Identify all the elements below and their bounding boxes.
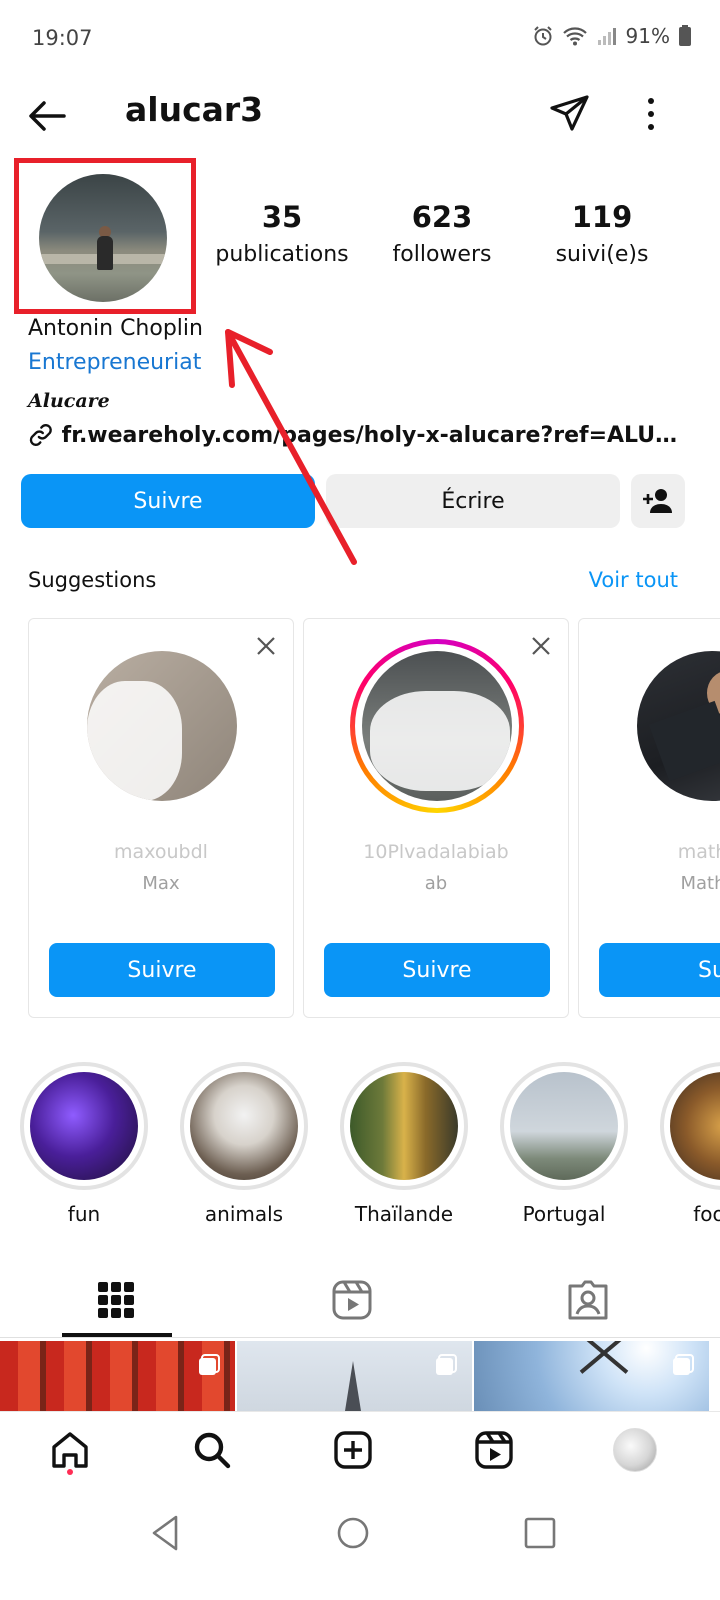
back-arrow-icon[interactable]	[26, 94, 70, 138]
highlight-cover	[30, 1072, 138, 1180]
status-time: 19:07	[32, 26, 93, 50]
stat-followers-label: followers	[392, 242, 492, 267]
notification-dot	[67, 1469, 73, 1475]
status-icons: 91%	[532, 24, 692, 48]
suggestion-avatar	[362, 651, 512, 801]
highlight-item[interactable]: food c	[654, 1062, 720, 1226]
add-person-icon	[643, 489, 672, 513]
stat-following-count: 119	[571, 200, 633, 234]
stat-publications-count: 35	[261, 200, 303, 234]
story-highlights[interactable]: fun animals Thaïlande Portugal food c	[0, 1062, 720, 1232]
bottom-navigation	[0, 1411, 720, 1487]
highlight-label: Thaïlande	[354, 1202, 454, 1226]
post-thumbnail[interactable]	[237, 1341, 472, 1411]
suggestion-name: ab	[424, 873, 448, 894]
profile-header: alucar3	[0, 80, 720, 150]
message-button[interactable]: Écrire	[326, 474, 620, 528]
stat-followers[interactable]: 623 followers	[380, 200, 504, 267]
suggestion-follow-button[interactable]: Suivre	[49, 943, 275, 997]
suggestion-card: maxoubdl Max Suivre	[28, 618, 294, 1018]
home-icon	[52, 1432, 88, 1468]
highlight-label: animals	[204, 1202, 284, 1226]
multiple-posts-icon	[436, 1354, 457, 1375]
stat-followers-count: 623	[411, 200, 473, 234]
highlight-cover	[670, 1072, 720, 1180]
suggestion-avatar[interactable]	[87, 651, 237, 801]
reels-tab-icon[interactable]	[328, 1276, 376, 1324]
see-all-link[interactable]: Voir tout	[589, 568, 678, 592]
follow-button[interactable]: Suivre	[21, 474, 315, 528]
suggestions-carousel[interactable]: maxoubdl Max Suivre 10Plvadalabiab ab Su…	[28, 618, 720, 1018]
suggestion-name: Mathia	[680, 873, 720, 894]
highlight-cover	[190, 1072, 298, 1180]
story-ring[interactable]	[350, 639, 524, 813]
suggestion-follow-button[interactable]: Su	[599, 943, 720, 997]
post-thumbnail[interactable]	[0, 1341, 235, 1411]
reels-icon	[475, 1431, 513, 1469]
system-back-icon[interactable]	[142, 1509, 190, 1557]
highlight-item[interactable]: fun	[14, 1062, 154, 1226]
close-icon[interactable]	[528, 633, 554, 659]
system-home-icon[interactable]	[329, 1509, 377, 1557]
multiple-posts-icon	[199, 1354, 220, 1375]
send-icon[interactable]	[548, 92, 592, 136]
profile-link-text: fr.weareholy.com/pages/holy-x-alucare?re…	[61, 422, 688, 448]
own-profile-button[interactable]	[611, 1426, 659, 1474]
suggestion-name: Max	[142, 873, 180, 894]
highlight-cover	[510, 1072, 618, 1180]
suggestion-username[interactable]: mathia	[579, 841, 720, 863]
suggestions-title: Suggestions	[28, 568, 157, 592]
stat-following-label: suivi(e)s	[555, 242, 649, 267]
own-profile-avatar	[613, 1428, 657, 1472]
posts-grid	[0, 1341, 720, 1411]
post-thumbnail[interactable]	[474, 1341, 709, 1411]
suggestion-card: 10Plvadalabiab ab Suivre	[303, 618, 569, 1018]
profile-bio: Alucare	[28, 390, 110, 412]
profile-category[interactable]: Entrepreneuriat	[28, 350, 201, 375]
grid-tab-icon[interactable]	[92, 1276, 140, 1324]
highlight-cover	[350, 1072, 458, 1180]
highlight-label: food c	[693, 1202, 720, 1226]
suggestion-username[interactable]: 10Plvadalabiab	[304, 841, 568, 863]
multiple-posts-icon	[673, 1354, 694, 1375]
system-recents-icon[interactable]	[516, 1509, 564, 1557]
battery-percent: 91%	[625, 24, 670, 48]
status-bar: 19:07 91%	[0, 0, 720, 80]
link-icon	[29, 423, 52, 447]
suggestion-avatar[interactable]	[637, 651, 720, 801]
active-tab-indicator	[62, 1333, 172, 1337]
stat-publications[interactable]: 35 publications	[210, 200, 354, 267]
profile-full-name: Antonin Choplin	[28, 316, 203, 341]
profile-avatar[interactable]	[39, 174, 167, 302]
profile-username: alucar3	[125, 90, 264, 129]
system-navigation-bar	[0, 1487, 720, 1600]
home-button[interactable]	[46, 1426, 94, 1474]
battery-icon	[679, 25, 691, 46]
highlight-item[interactable]: Portugal	[494, 1062, 634, 1226]
alarm-icon	[533, 26, 552, 46]
stat-following[interactable]: 119 suivi(e)s	[540, 200, 664, 267]
stat-publications-label: publications	[215, 242, 349, 267]
wifi-icon	[562, 27, 587, 46]
search-button[interactable]	[188, 1426, 236, 1474]
create-post-button[interactable]	[329, 1426, 377, 1474]
reels-button[interactable]	[470, 1426, 518, 1474]
more-options-icon[interactable]	[636, 92, 666, 136]
close-icon[interactable]	[253, 633, 279, 659]
highlight-item[interactable]: animals	[174, 1062, 314, 1226]
profile-link[interactable]: fr.weareholy.com/pages/holy-x-alucare?re…	[28, 422, 688, 448]
add-post-icon	[334, 1431, 372, 1469]
highlight-item[interactable]: Thaïlande	[334, 1062, 474, 1226]
highlight-label: fun	[67, 1202, 101, 1226]
suggestion-username[interactable]: maxoubdl	[29, 841, 293, 863]
suggestion-follow-button[interactable]: Suivre	[324, 943, 550, 997]
suggestion-card: mathia Mathia Su	[578, 618, 720, 1018]
search-icon	[194, 1432, 231, 1469]
tagged-tab-icon[interactable]	[564, 1276, 612, 1324]
profile-tabs	[0, 1262, 720, 1338]
highlight-label: Portugal	[522, 1202, 606, 1226]
suggest-users-button[interactable]	[631, 474, 685, 528]
signal-icon	[597, 28, 616, 45]
